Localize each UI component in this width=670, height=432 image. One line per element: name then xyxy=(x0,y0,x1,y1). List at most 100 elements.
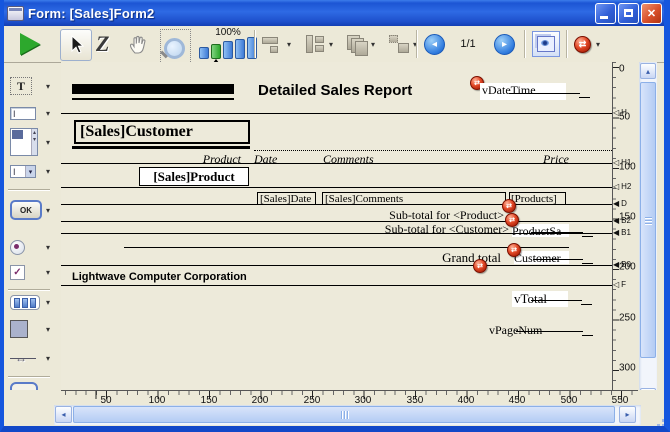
form-canvas[interactable]: Detailed Sales Report ⇄ vDateTime [Sales… xyxy=(61,62,612,390)
zoom-tool-button[interactable] xyxy=(160,29,191,66)
palette-footer-area xyxy=(4,390,61,425)
vertical-scroll-thumb[interactable] xyxy=(640,82,656,358)
checkbox-tool[interactable]: ✓▾ xyxy=(10,265,25,280)
maximize-button[interactable] xyxy=(618,3,639,24)
scroll-right-button[interactable]: ▸ xyxy=(619,406,636,423)
button-tool[interactable]: OK▾ xyxy=(10,200,42,220)
object-method-button[interactable]: ⇄ xyxy=(574,29,591,59)
layers-icon xyxy=(346,34,368,54)
method-badge-icon: ⇄ xyxy=(511,246,517,254)
hand-tool-button[interactable] xyxy=(128,29,148,59)
previous-page-button[interactable]: ◂ xyxy=(424,29,445,59)
section-marker[interactable]: ◁H xyxy=(613,109,627,117)
subtotal-customer-label[interactable]: Sub-total for <Customer> xyxy=(309,222,509,237)
object-method-badge[interactable]: ⇄ xyxy=(507,243,521,257)
zoom-bar-800[interactable] xyxy=(247,37,257,59)
selection-tool-button[interactable] xyxy=(60,29,92,61)
dropdown-icon[interactable]: ▾ xyxy=(46,109,50,118)
splitter-tool[interactable]: ▾ xyxy=(10,351,36,365)
distribute-tool-button[interactable]: ▾ xyxy=(304,32,333,56)
grand-total-label[interactable]: Grand total xyxy=(301,250,501,266)
entry-order-tool-button[interactable]: Z xyxy=(96,29,109,59)
page-indicator: 1/1 xyxy=(456,29,480,59)
column-header-comments[interactable]: Comments xyxy=(323,152,374,167)
product-field-object[interactable]: [Sales]Product xyxy=(139,167,249,186)
zoom-bar-200[interactable] xyxy=(223,41,233,59)
column-header-product[interactable]: Product xyxy=(181,152,241,167)
customer-field-object[interactable]: [Sales]Customer xyxy=(74,120,250,144)
dropdown-icon[interactable]: ▾ xyxy=(46,354,50,363)
rectangle-tool[interactable]: ▾ xyxy=(10,320,28,338)
datetime-variable[interactable]: vDateTime xyxy=(480,83,566,100)
object-palette: T▾ I▾ ▾ I▾ OK▾ ▾ ✓▾ ▾ ▾ ▾ ▾ xyxy=(4,63,57,390)
dropdown-icon[interactable]: ▾ xyxy=(46,167,50,176)
dropdown-icon[interactable]: ▾ xyxy=(46,206,50,215)
combobox-tool[interactable]: I▾ xyxy=(10,165,36,178)
close-button[interactable]: ✕ xyxy=(641,3,662,24)
next-page-button[interactable]: ▸ xyxy=(494,29,515,59)
object-method-badge[interactable]: ⇄ xyxy=(473,259,487,273)
grand-total-variable[interactable]: vTotal xyxy=(512,291,568,307)
zoom-scale-control[interactable]: 100% xyxy=(199,28,257,59)
section-marker[interactable]: ◀B1 xyxy=(613,229,631,237)
preview-button[interactable] xyxy=(532,29,560,59)
footer-company-text[interactable]: Lightwave Computer Corporation xyxy=(72,271,247,283)
listbox-tool[interactable]: ▾ xyxy=(10,128,38,156)
field-tool[interactable]: I▾ xyxy=(10,107,36,120)
section-marker[interactable]: ◀B0 xyxy=(613,261,631,269)
scroll-left-button[interactable]: ◂ xyxy=(55,406,72,423)
titlebar: Form: [Sales]Form2 ✕ xyxy=(0,0,670,26)
customer-underline[interactable] xyxy=(72,146,250,149)
object-method-badge[interactable]: ⇄ xyxy=(502,199,516,213)
section-marker[interactable]: ◁H2 xyxy=(613,183,631,191)
text-tool[interactable]: T▾ xyxy=(10,77,32,95)
customer-subtotal-variable[interactable]: Customer xyxy=(514,251,569,264)
column-header-price[interactable]: Price xyxy=(509,152,569,167)
object-method-badge[interactable]: ⇄ xyxy=(505,213,519,227)
method-dropdown[interactable]: ▾ xyxy=(596,29,600,59)
dropdown-icon[interactable]: ▾ xyxy=(46,243,50,252)
preview-eye-icon xyxy=(537,36,555,52)
grand-total-rule[interactable] xyxy=(124,247,569,248)
dropdown-icon[interactable]: ▾ xyxy=(287,40,291,49)
logo-bar-object[interactable] xyxy=(72,84,234,94)
dropdown-icon[interactable]: ▾ xyxy=(46,82,50,91)
minimize-button[interactable] xyxy=(595,3,616,24)
resize-grip[interactable] xyxy=(641,405,668,425)
product-subtotal-variable[interactable]: ProductSa xyxy=(512,224,569,237)
section-marker[interactable]: ◀B2 xyxy=(613,217,631,225)
dropdown-icon[interactable]: ▾ xyxy=(329,40,333,49)
zoom-bar-100-selected[interactable] xyxy=(211,44,221,59)
report-title-text[interactable]: Detailed Sales Report xyxy=(258,82,412,99)
page-number-variable[interactable]: vPageNum xyxy=(489,323,569,336)
ruler-label: 500 xyxy=(561,395,578,406)
section-marker[interactable]: ◀D xyxy=(613,200,627,208)
dropdown-icon[interactable]: ▾ xyxy=(46,268,50,277)
zoom-bars[interactable] xyxy=(199,39,257,59)
button-grid-tool[interactable]: ▾ xyxy=(10,295,40,310)
dropdown-icon[interactable]: ▾ xyxy=(371,40,375,49)
logo-underline[interactable] xyxy=(72,98,234,100)
dotted-rule[interactable] xyxy=(254,150,612,151)
ruler-label: 300 xyxy=(355,395,372,406)
layer-tool-button[interactable]: ▾ xyxy=(346,32,375,56)
run-form-button[interactable] xyxy=(20,29,40,59)
align-tool-button[interactable]: ▾ xyxy=(262,32,291,56)
dropdown-icon[interactable]: ▾ xyxy=(46,325,50,334)
radio-button-tool[interactable]: ▾ xyxy=(10,240,25,255)
section-marker[interactable]: ◁F xyxy=(613,281,626,289)
ruler-label: 50 xyxy=(100,395,111,406)
horizontal-scroll-thumb[interactable] xyxy=(73,406,615,423)
dropdown-icon[interactable]: ▾ xyxy=(46,138,50,147)
scroll-up-button[interactable]: ▴ xyxy=(640,63,656,79)
zoom-bar-50[interactable] xyxy=(199,47,209,59)
dropdown-icon[interactable]: ▾ xyxy=(46,298,50,307)
zoom-bar-400[interactable] xyxy=(235,39,245,59)
ruler-label: 550 xyxy=(612,395,629,406)
resize-tool-button[interactable]: ▾ xyxy=(388,32,417,56)
column-header-date[interactable]: Date xyxy=(254,152,277,167)
break1-line xyxy=(61,233,612,234)
ruler-label: 450 xyxy=(509,395,526,406)
section-marker[interactable]: ◁H1 xyxy=(613,159,631,167)
break0-line xyxy=(61,265,612,266)
